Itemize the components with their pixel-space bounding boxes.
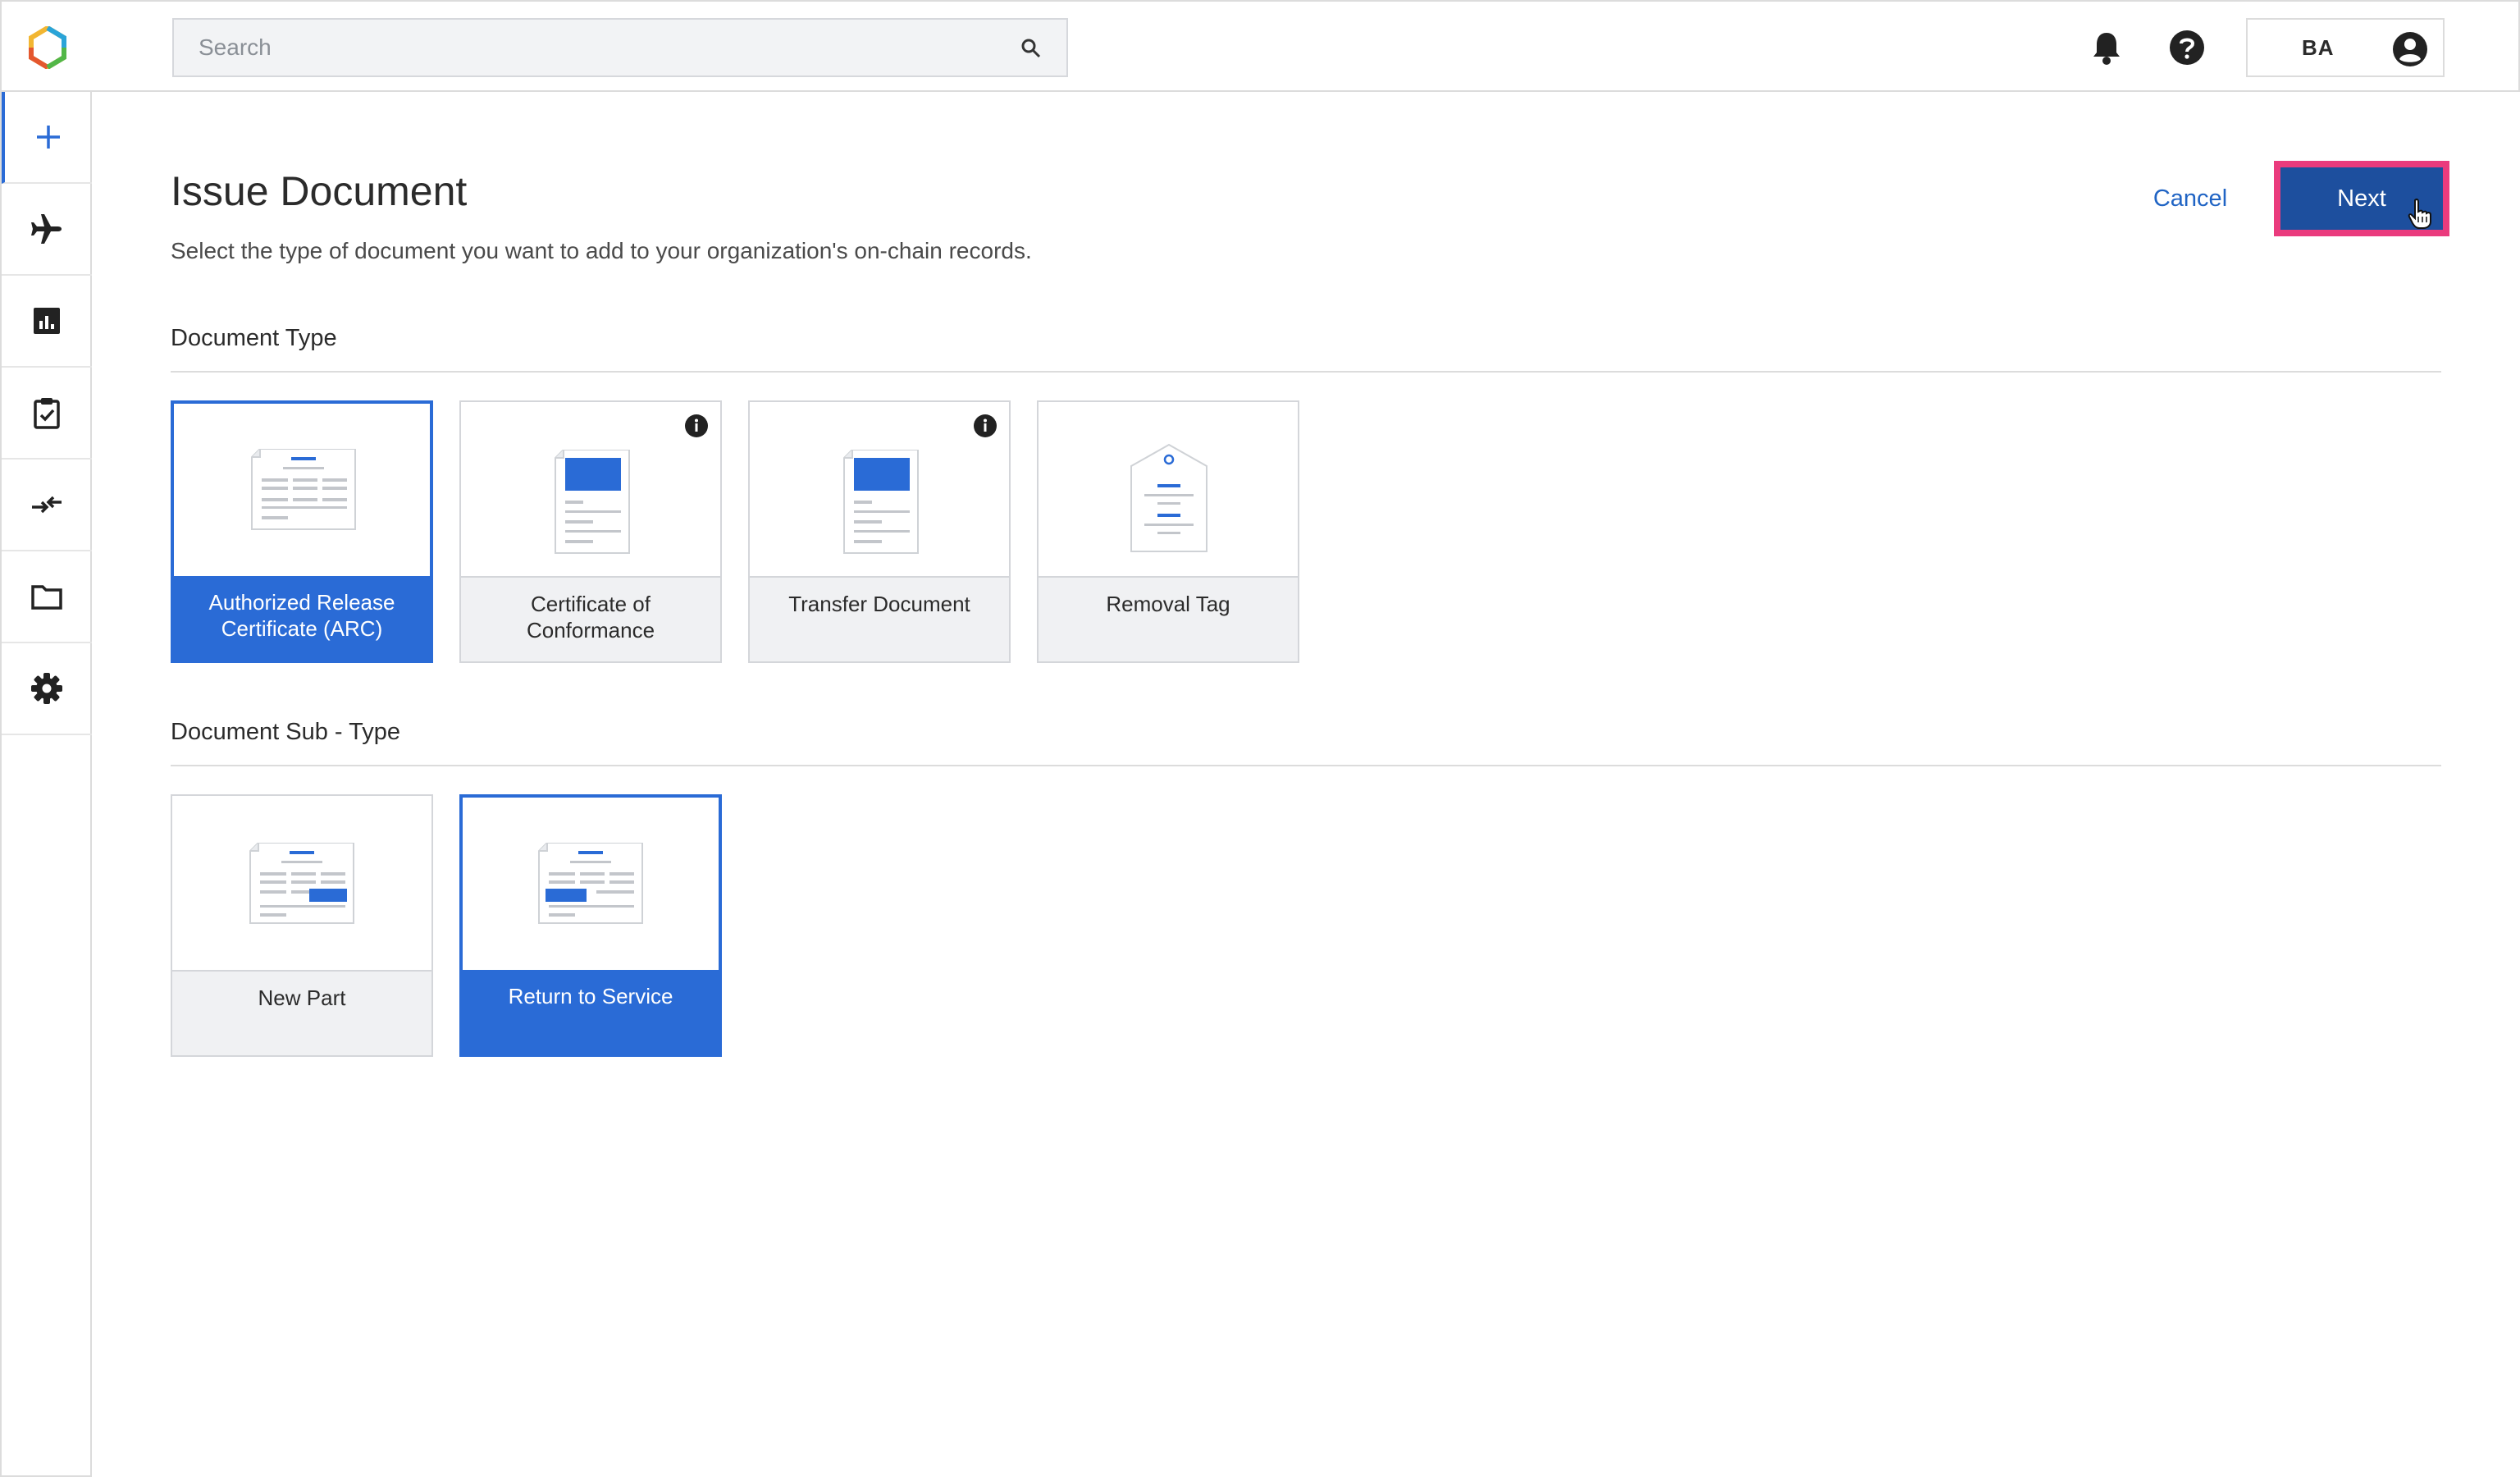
sub-type-card-return-to-service[interactable]: Return to Service bbox=[459, 794, 722, 1057]
user-initials: BA bbox=[2302, 35, 2335, 60]
logo-icon[interactable] bbox=[26, 26, 69, 69]
sidebar-item-documents[interactable] bbox=[2, 551, 92, 643]
document-icon bbox=[555, 450, 630, 554]
doc-type-card-coc[interactable]: Certificate of Conformance bbox=[459, 400, 722, 663]
card-label: Certificate of Conformance bbox=[526, 592, 655, 642]
sub-type-card-new-part[interactable]: New Part bbox=[171, 794, 433, 1057]
search-input[interactable]: Search bbox=[199, 20, 272, 75]
airplane-icon bbox=[31, 214, 62, 244]
sidebar-item-add[interactable] bbox=[2, 92, 92, 184]
sidebar-item-settings[interactable] bbox=[2, 643, 92, 735]
card-thumbnail bbox=[172, 796, 431, 972]
info-icon[interactable] bbox=[684, 414, 709, 438]
document-icon bbox=[251, 449, 356, 530]
sidebar bbox=[0, 92, 92, 1477]
folder-icon bbox=[31, 585, 62, 610]
page-subtitle: Select the type of document you want to … bbox=[171, 238, 1032, 263]
hand-cursor-icon bbox=[2408, 198, 2431, 229]
transfer-arrows-icon bbox=[32, 496, 62, 514]
document-type-title: Document Type bbox=[171, 325, 337, 351]
doc-type-card-arc[interactable]: Authorized Release Certificate (ARC) bbox=[171, 400, 433, 663]
tag-icon bbox=[1130, 443, 1208, 552]
cancel-button[interactable]: Cancel bbox=[2133, 167, 2248, 230]
document-icon bbox=[249, 843, 354, 924]
user-menu[interactable]: BA bbox=[2246, 18, 2445, 77]
sidebar-item-transfers[interactable] bbox=[2, 460, 92, 551]
search-icon[interactable] bbox=[1020, 38, 1042, 59]
sidebar-item-tasks[interactable] bbox=[2, 368, 92, 460]
account-icon[interactable] bbox=[2392, 31, 2428, 67]
section-divider bbox=[171, 765, 2441, 766]
page-title: Issue Document bbox=[171, 168, 468, 214]
card-label: Removal Tag bbox=[1106, 592, 1230, 616]
card-label: New Part bbox=[258, 985, 346, 1010]
add-icon bbox=[37, 126, 60, 149]
sidebar-item-aircraft[interactable] bbox=[2, 184, 92, 276]
card-thumbnail bbox=[750, 402, 1009, 578]
card-thumbnail bbox=[463, 798, 719, 970]
document-icon bbox=[538, 843, 643, 924]
clipboard-check-icon bbox=[34, 398, 60, 429]
document-subtype-title: Document Sub - Type bbox=[171, 719, 400, 745]
card-thumbnail bbox=[1039, 402, 1298, 578]
card-label: Return to Service bbox=[508, 984, 673, 1008]
card-thumbnail bbox=[174, 404, 430, 576]
info-icon[interactable] bbox=[973, 414, 998, 438]
top-bar: Search BA bbox=[0, 0, 2520, 92]
search-bar[interactable]: Search bbox=[172, 18, 1068, 77]
card-thumbnail bbox=[461, 402, 720, 578]
section-divider bbox=[171, 371, 2441, 373]
sidebar-item-reports[interactable] bbox=[2, 276, 92, 368]
doc-type-card-removal-tag[interactable]: Removal Tag bbox=[1037, 400, 1299, 663]
card-label: Authorized Release Certificate (ARC) bbox=[208, 590, 395, 641]
bell-icon[interactable] bbox=[2090, 30, 2123, 66]
document-icon bbox=[843, 450, 919, 554]
card-label: Transfer Document bbox=[788, 592, 970, 616]
gear-icon bbox=[31, 673, 62, 704]
bar-chart-icon bbox=[34, 308, 60, 334]
help-icon[interactable] bbox=[2169, 30, 2205, 66]
doc-type-card-transfer[interactable]: Transfer Document bbox=[748, 400, 1011, 663]
